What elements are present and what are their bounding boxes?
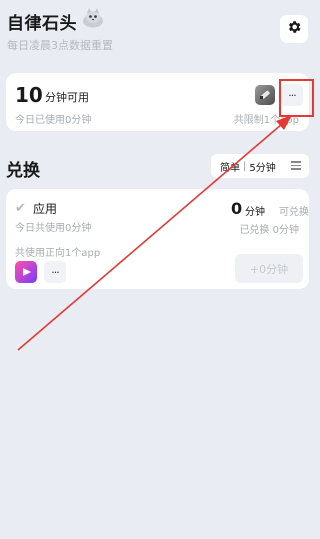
migu-video-app-icon[interactable] xyxy=(15,261,37,283)
limited-app-count: 共限制1个app xyxy=(233,115,299,126)
can-exchange-label: 可兑换 xyxy=(279,207,309,218)
app-title: 自律石头 xyxy=(7,14,77,34)
checkmark-icon: ✔ xyxy=(15,201,26,216)
limit-more-button[interactable]: ··· xyxy=(281,84,303,106)
exchange-minutes: 0 xyxy=(231,199,243,218)
mode-separator: | xyxy=(243,160,247,172)
exchange-mode-selector[interactable]: 简单 | 5分钟 xyxy=(211,154,309,178)
reset-subtitle: 每日凌晨3点数据重置 xyxy=(7,39,113,52)
available-minutes-label: 分钟可用 xyxy=(45,91,89,104)
gear-icon xyxy=(286,19,302,39)
used-today-text: 今日已使用0分钟 xyxy=(15,115,92,126)
exchange-minutes-unit: 分钟 xyxy=(245,207,265,218)
cat-mascot-icon xyxy=(81,8,105,28)
mode-simple-label: 简单 xyxy=(220,162,240,174)
exchanged-text: 已兑换 0分钟 xyxy=(239,225,299,236)
exchange-section-title: 兑换 xyxy=(6,161,40,181)
limit-card[interactable]: 10 分钟可用 今日已使用0分钟 共限制1个app ··· xyxy=(6,73,309,131)
mode-minutes-label: 5分钟 xyxy=(249,162,276,174)
menu-icon xyxy=(291,161,301,170)
add-minutes-button[interactable]: +0分钟 xyxy=(235,254,303,283)
available-minutes: 10 xyxy=(15,83,43,107)
today-total-used: 今日共使用0分钟 xyxy=(15,223,92,234)
exchange-app-label: 应用 xyxy=(33,202,58,216)
shared-apps-text: 共使用正向1个app xyxy=(15,248,101,259)
exchange-more-button[interactable]: ··· xyxy=(44,261,66,283)
settings-button[interactable] xyxy=(280,15,308,43)
limited-app-icon xyxy=(255,85,275,105)
exchange-card[interactable]: ✔ 应用 今日共使用0分钟 0 分钟 可兑换 已兑换 0分钟 共使用正向1个ap… xyxy=(6,189,309,289)
